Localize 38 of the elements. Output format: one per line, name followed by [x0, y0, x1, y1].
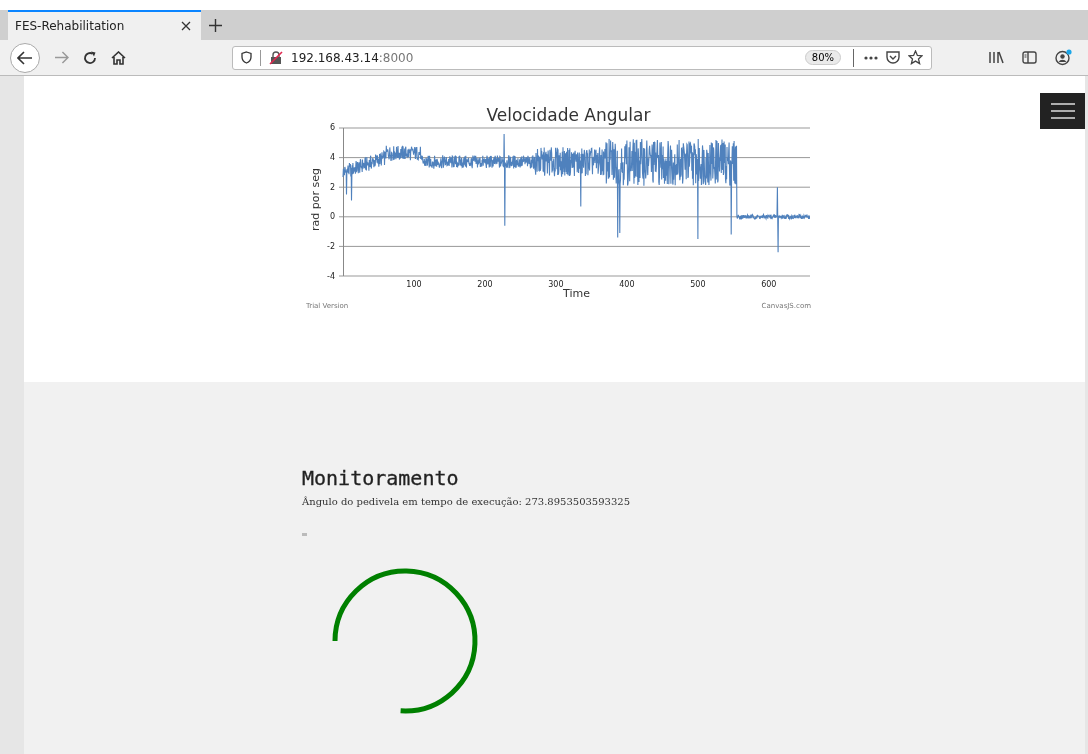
y-axis-label: rad por seg	[309, 168, 323, 231]
pocket-icon[interactable]	[886, 51, 900, 64]
account-icon[interactable]	[1055, 49, 1072, 66]
plus-icon[interactable]	[209, 18, 222, 32]
x-tick-label: 100	[406, 280, 422, 289]
close-icon[interactable]	[181, 21, 191, 31]
y-tick-label: -2	[327, 242, 335, 252]
x-tick-label: 200	[477, 280, 493, 289]
x-tick-label: 600	[761, 280, 777, 289]
more-icon[interactable]	[864, 55, 878, 60]
home-icon[interactable]	[111, 50, 126, 65]
x-tick-label: 400	[619, 280, 635, 289]
section-heading: Monitoramento	[302, 466, 459, 490]
y-tick-label: 4	[329, 152, 335, 162]
angle-reading: Ângulo do pedivela em tempo de execução: 273.8953503593325	[302, 496, 631, 507]
y-tick-label: 2	[329, 182, 335, 192]
library-icon[interactable]	[988, 51, 1004, 64]
star-icon[interactable]	[908, 50, 923, 65]
address-bar[interactable]: 192.168.43.14:8000 80%	[232, 45, 932, 70]
x-axis-label: Time	[562, 288, 591, 300]
y-tick-label: 0	[329, 212, 335, 222]
browser-tab[interactable]: FES-Rehabilitation	[8, 10, 201, 40]
y-tick-label: -4	[327, 272, 335, 281]
insecure-lock-icon[interactable]	[269, 50, 283, 65]
x-tick-label: 300	[548, 280, 564, 289]
shield-icon[interactable]	[241, 51, 252, 64]
menu-icon[interactable]	[1050, 103, 1075, 119]
url-text[interactable]: 192.168.43.14:8000	[291, 50, 797, 65]
menu-button[interactable]	[1040, 93, 1085, 129]
back-button[interactable]	[10, 42, 40, 73]
sidebar-icon[interactable]	[1022, 51, 1037, 64]
zoom-badge[interactable]: 80%	[804, 50, 841, 65]
y-tick-label: 6	[329, 123, 335, 132]
reload-icon[interactable]	[83, 50, 97, 65]
back-arrow-icon[interactable]	[17, 50, 33, 65]
x-tick-label: 500	[690, 280, 706, 289]
chart-title: Velocidade Angular	[485, 104, 652, 126]
broken-image-icon	[302, 533, 307, 536]
